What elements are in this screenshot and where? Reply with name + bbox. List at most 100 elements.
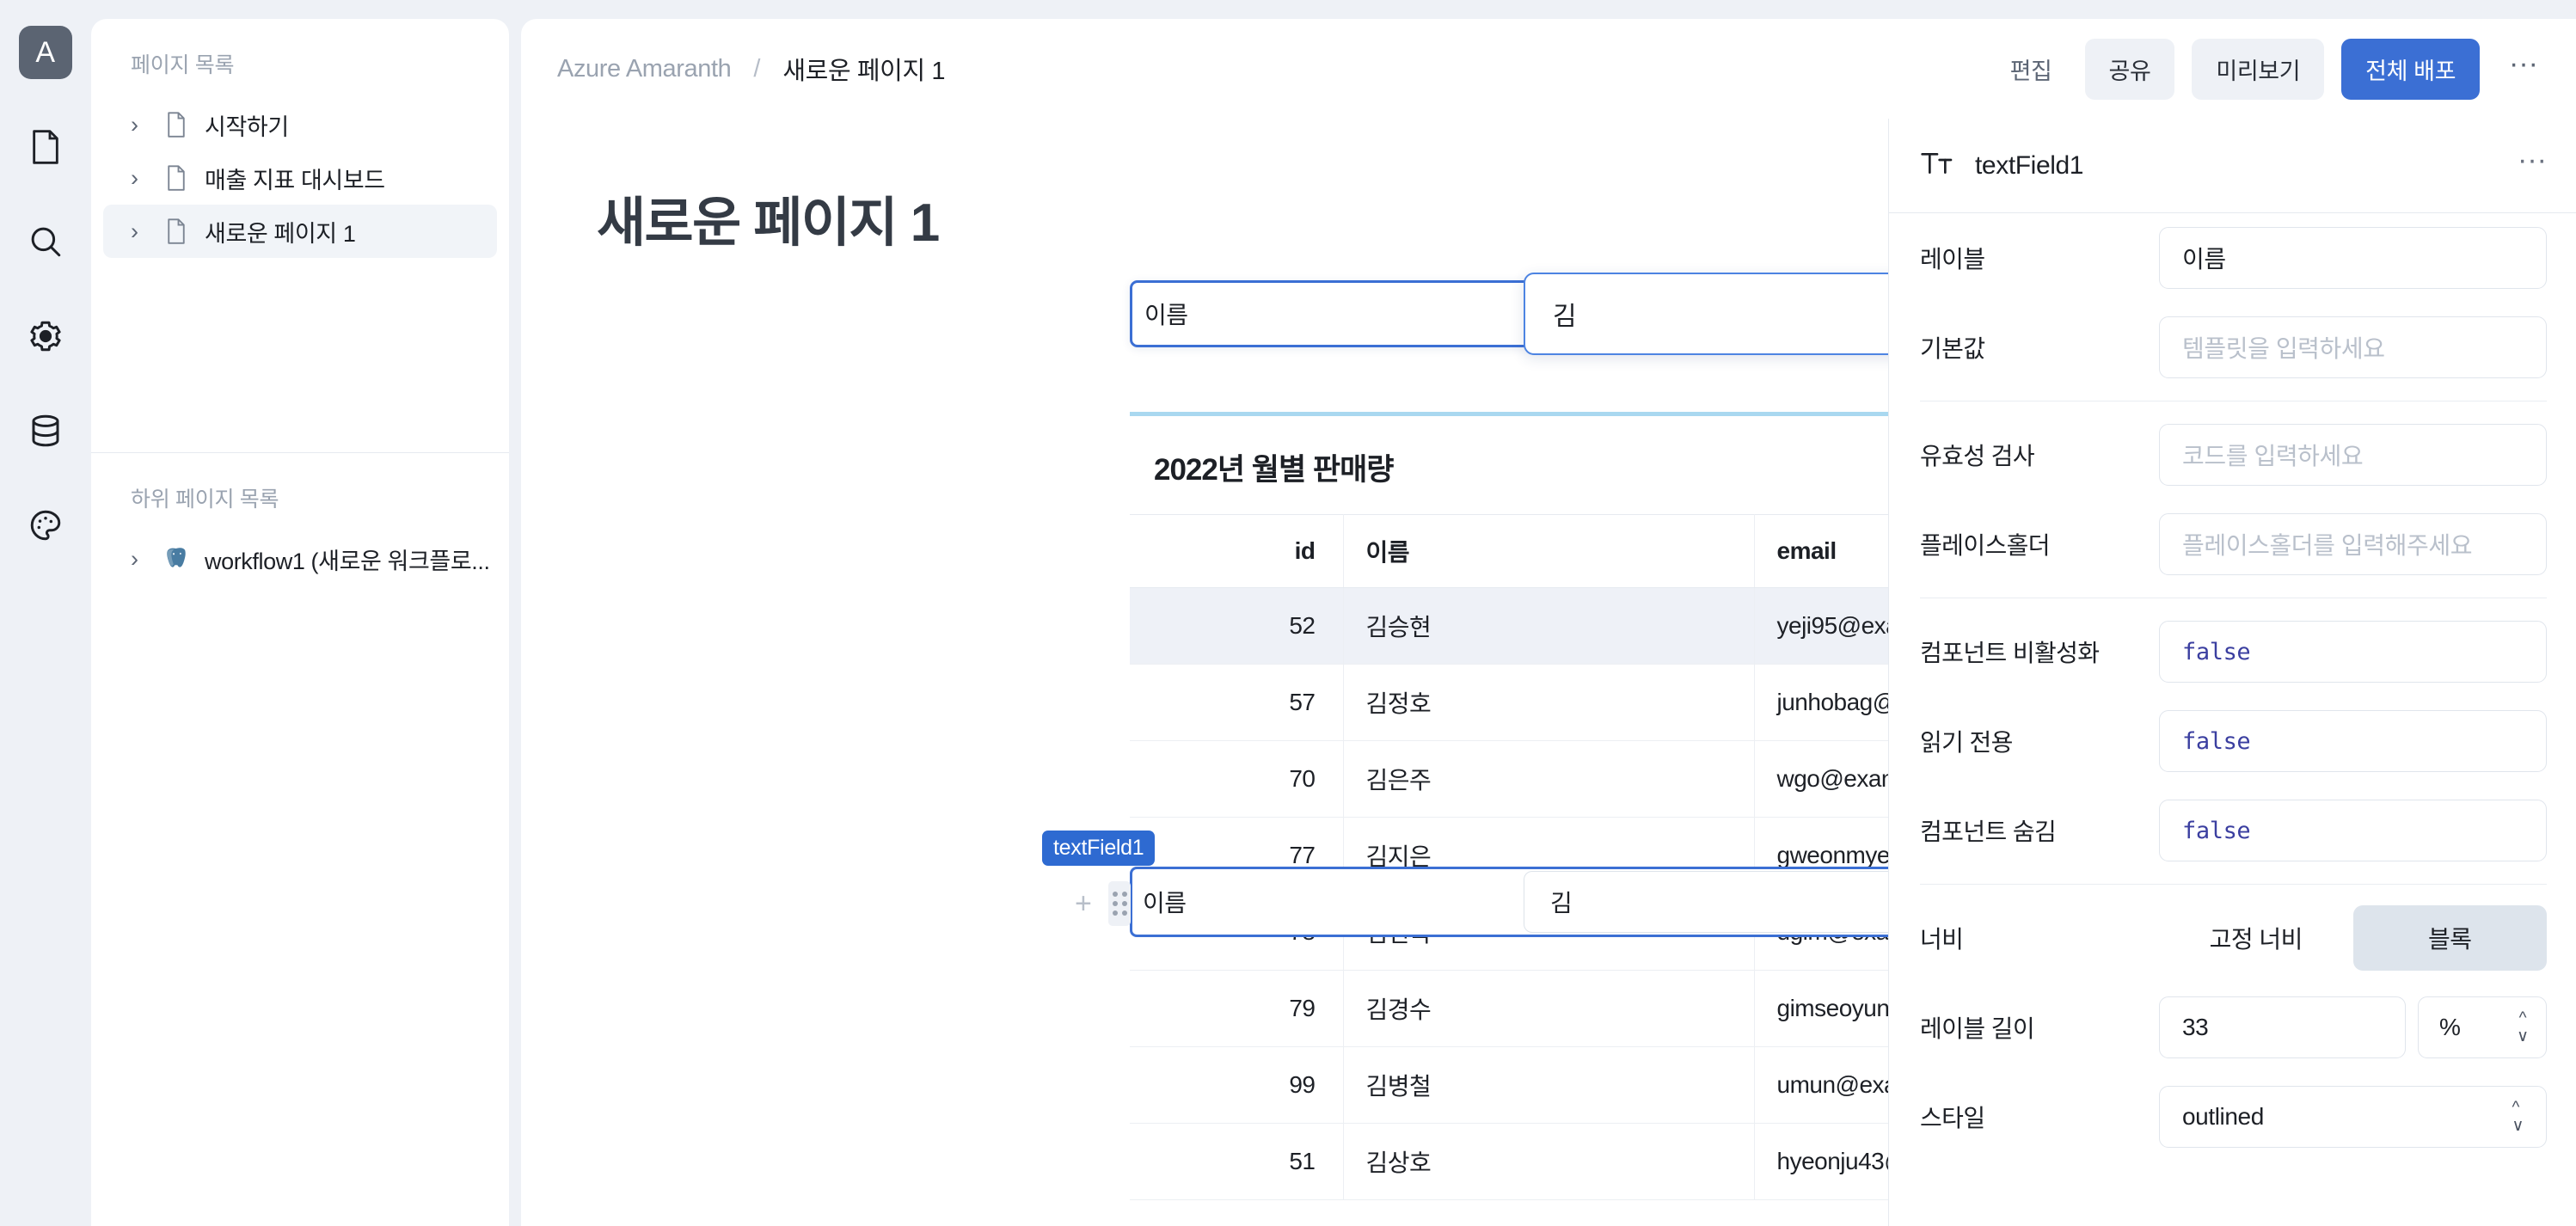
- chevron-right-icon[interactable]: ›: [131, 113, 148, 137]
- textfield-widget-label: 이름: [1143, 890, 1187, 916]
- table-header: 2022년 월별 판매량 다운로드: [1130, 416, 1888, 514]
- more-options-icon[interactable]: ···: [2497, 49, 2547, 82]
- sidebar-item-label: workflow1 (새로운 워크플로...: [205, 548, 490, 574]
- add-component-icon[interactable]: +: [1075, 889, 1092, 918]
- palette-icon[interactable]: [19, 499, 72, 552]
- breadcrumb-root[interactable]: Azure Amaranth: [557, 55, 732, 83]
- width-option-block[interactable]: 블록: [2352, 905, 2547, 971]
- column-header-name[interactable]: 이름: [1343, 514, 1755, 588]
- prop-validation-label: 유효성 검사: [1920, 443, 2035, 469]
- table-row[interactable]: 51 김상호 hyeonju43@example.net: [1130, 1123, 1888, 1200]
- prop-placeholder-label: 플레이스홀더: [1920, 532, 2051, 559]
- floating-editor-input[interactable]: 김: [1524, 273, 1888, 355]
- table-row[interactable]: 52 김승현 yeji95@example.net: [1130, 587, 1888, 665]
- readonly-input[interactable]: false: [2159, 710, 2547, 772]
- properties-panel: textField1 ··· 레이블 이름 기본값 템플릿을 입력하세요 유효성…: [1888, 119, 2576, 1226]
- cell-email: hyeonju43@example.net: [1754, 1123, 1888, 1200]
- label-length-unit-select[interactable]: % ^ ∨: [2418, 996, 2547, 1058]
- sidebar-item-label: 새로운 페이지 1: [205, 220, 356, 247]
- prop-hidden-label: 컴포넌트 숨김: [1920, 818, 2057, 845]
- preview-button[interactable]: 미리보기: [2192, 38, 2325, 100]
- app-logo[interactable]: A: [19, 26, 72, 79]
- cell-email: gimseoyun@example.net: [1754, 970, 1888, 1047]
- width-option-fixed[interactable]: 고정 너비: [2159, 905, 2353, 971]
- database-icon[interactable]: [19, 404, 72, 457]
- properties-more-icon[interactable]: ···: [2518, 145, 2547, 178]
- style-select[interactable]: outlined ^ ∨: [2159, 1086, 2547, 1148]
- table-title: 2022년 월별 판매량: [1154, 452, 1395, 487]
- properties-divider: [1920, 884, 2547, 885]
- table-row[interactable]: 79 김경수 gimseoyun@example.net: [1130, 970, 1888, 1047]
- disabled-input[interactable]: false: [2159, 621, 2547, 683]
- prop-row-hidden: 컴포넌트 숨김 false: [1920, 786, 2547, 875]
- prop-readonly-label: 읽기 전용: [1920, 729, 2013, 756]
- textfield-widget[interactable]: + textField1 이름 김: [1042, 831, 1888, 937]
- textfield-floating-editor[interactable]: textField1 이름 김: [1130, 273, 1888, 355]
- prop-row-label: 레이블 이름: [1920, 213, 2547, 303]
- properties-body: 레이블 이름 기본값 템플릿을 입력하세요 유효성 검사 코드를 입력하세요 플…: [1889, 213, 2576, 1162]
- label-length-unit-value: %: [2439, 1014, 2461, 1040]
- document-icon[interactable]: [19, 120, 72, 174]
- cell-email: junhobag@example.org: [1754, 664, 1888, 741]
- cell-name: 김병철: [1343, 1046, 1755, 1124]
- cell-id: 52: [1130, 587, 1344, 665]
- sidebar-item-label: 매출 지표 대시보드: [205, 167, 385, 193]
- cell-id: 99: [1130, 1046, 1344, 1124]
- sidebar-item-page-2[interactable]: › 새로운 페이지 1: [103, 205, 497, 258]
- deploy-button[interactable]: 전체 배포: [2341, 38, 2481, 100]
- cell-email: yeji95@example.net: [1754, 587, 1888, 665]
- table-widget: 2022년 월별 판매량 다운로드: [1042, 273, 1888, 1226]
- sidebar-item-page-0[interactable]: › 시작하기: [103, 98, 497, 151]
- label-input[interactable]: 이름: [2159, 227, 2547, 289]
- prop-label-length-label: 레이블 길이: [1920, 1015, 2035, 1042]
- data-table: id 이름 email 아이디 52 김승현 yeji9: [1130, 514, 1888, 1200]
- drag-handle-icon[interactable]: [1108, 881, 1131, 926]
- prop-row-default: 기본값 템플릿을 입력하세요: [1920, 303, 2547, 392]
- breadcrumb-leaf[interactable]: 새로운 페이지 1: [782, 51, 945, 87]
- sidebar-item-label: 시작하기: [205, 113, 289, 140]
- chevron-right-icon[interactable]: ›: [131, 219, 148, 243]
- textfield-widget-input[interactable]: 김: [1524, 871, 1888, 933]
- edit-button[interactable]: 편집: [1995, 52, 2068, 86]
- table-row[interactable]: 99 김병철 umun@example.org: [1130, 1046, 1888, 1124]
- cell-email: wgo@example.org: [1754, 740, 1888, 818]
- properties-header: textField1 ···: [1889, 119, 2576, 213]
- cell-id: 51: [1130, 1123, 1344, 1200]
- validation-input[interactable]: 코드를 입력하세요: [2159, 424, 2547, 486]
- cell-name: 김은주: [1343, 740, 1755, 818]
- column-header-id[interactable]: id: [1130, 514, 1344, 588]
- cell-name: 김경수: [1343, 970, 1755, 1047]
- sidebar-item-page-1[interactable]: › 매출 지표 대시보드: [103, 151, 497, 205]
- style-select-value: outlined: [2182, 1103, 2264, 1130]
- label-length-input[interactable]: 33: [2159, 996, 2406, 1058]
- prop-row-width: 너비 고정 너비 블록: [1920, 893, 2547, 983]
- page-file-icon: [162, 110, 191, 139]
- cell-name: 김승현: [1343, 587, 1755, 665]
- component-name: textField1: [1975, 150, 2084, 180]
- chevron-right-icon[interactable]: ›: [131, 547, 148, 571]
- cell-id: 79: [1130, 970, 1344, 1047]
- cell-email: umun@example.org: [1754, 1046, 1888, 1124]
- placeholder-input[interactable]: 플레이스홀더를 입력해주세요: [2159, 513, 2547, 575]
- gear-icon[interactable]: [19, 310, 72, 363]
- subpages-section-title: 하위 페이지 목록: [131, 487, 279, 512]
- chevron-right-icon[interactable]: ›: [131, 166, 148, 190]
- icon-rail: A: [0, 0, 91, 1226]
- column-header-email[interactable]: email: [1754, 514, 1888, 588]
- prop-default-label: 기본값: [1920, 335, 1985, 362]
- sidebar-item-workflow-0[interactable]: › workflow1 (새로운 워크플로...: [103, 532, 497, 585]
- search-icon[interactable]: [19, 215, 72, 268]
- prop-row-readonly: 읽기 전용 false: [1920, 696, 2547, 786]
- prop-width-label: 너비: [1920, 926, 1964, 953]
- prop-label-label: 레이블: [1920, 246, 1985, 273]
- share-button[interactable]: 공유: [2084, 38, 2175, 100]
- table-row[interactable]: 57 김정호 junhobag@example.org: [1130, 664, 1888, 741]
- table-row[interactable]: 70 김은주 wgo@example.org: [1130, 740, 1888, 818]
- hidden-input[interactable]: false: [2159, 800, 2547, 861]
- prop-row-label-length: 레이블 길이 33 % ^ ∨: [1920, 983, 2547, 1072]
- default-value-input[interactable]: 템플릿을 입력하세요: [2159, 316, 2547, 378]
- app-root: A 페이지 목록 › 시작하기 › 매출 지표 대시보드 › 새로운 페이지 1…: [0, 0, 2576, 1226]
- stepper-arrows-icon[interactable]: ^ ∨: [2517, 1010, 2529, 1045]
- chevron-updown-icon[interactable]: ^ ∨: [2512, 1100, 2524, 1134]
- page-title: 새로운 페이지 1: [597, 193, 940, 253]
